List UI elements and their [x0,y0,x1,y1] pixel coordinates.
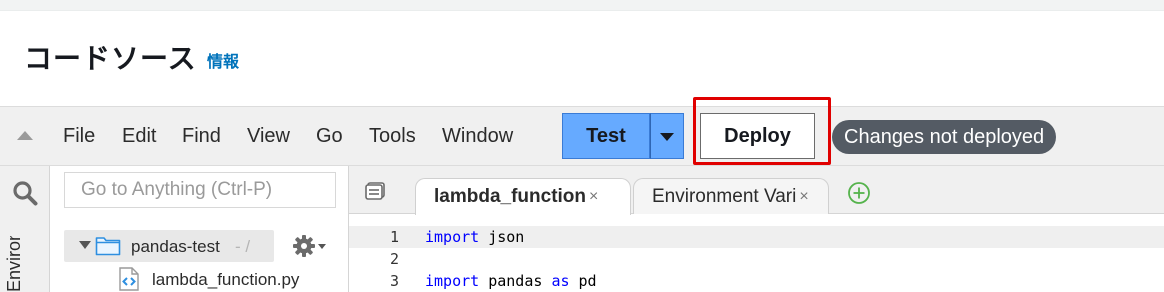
tree-folder-pandas-test[interactable]: pandas-test - / [64,230,274,262]
menu-find[interactable]: Find [182,125,221,148]
code-text: import json [425,228,525,246]
menu-window[interactable]: Window [442,125,513,148]
editor-tabbar: lambda_function × Environment Vari × [349,166,1164,215]
section-header: コードソース 情報 [0,11,1164,106]
expand-arrow-icon[interactable] [79,241,91,249]
code-line: 3 import pandas as pd [349,270,1164,292]
menu-file[interactable]: File [63,125,95,148]
tab-environment-variables[interactable]: Environment Vari × [633,178,829,214]
search-icon[interactable] [12,180,38,206]
left-rail: Environment [0,166,50,292]
info-link[interactable]: 情報 [207,48,239,72]
folder-path: - / [235,237,251,256]
collapse-icon[interactable] [17,131,33,140]
code-text: import pandas as pd [425,272,597,290]
tab-lambda-function[interactable]: lambda_function × [415,178,631,215]
status-badge: Changes not deployed [832,120,1057,154]
add-tab-icon[interactable] [847,181,871,205]
line-number: 1 [389,228,399,246]
page-title: コードソース [24,42,197,75]
python-file-icon [119,267,139,291]
close-tab-icon[interactable]: × [589,188,598,206]
menu-view[interactable]: View [247,125,290,148]
menu-tools[interactable]: Tools [369,125,416,148]
menu-go[interactable]: Go [316,125,343,148]
code-editor: lambda_function × Environment Vari × 1 i… [349,166,1164,292]
test-dropdown-button[interactable] [650,113,684,159]
gear-icon[interactable] [292,234,316,258]
code-line: 1 import json [349,226,1164,248]
folder-icon [95,237,121,256]
file-panel: pandas-test - / lambda_function.py [50,166,349,292]
go-to-anything-input[interactable] [64,172,336,208]
gear-caret-icon[interactable] [318,244,326,249]
close-tab-icon[interactable]: × [799,188,808,206]
code-area[interactable]: 1 import json 2 3 import pandas as pd [349,214,1164,292]
ide-menubar: File Edit Find View Go Tools Window Test… [0,97,1164,166]
folder-name: pandas-test [131,237,220,256]
environment-rail-label[interactable]: Environment [4,236,25,292]
line-number: 3 [389,272,399,290]
code-line: 2 [349,248,1164,270]
top-strip [0,0,1164,11]
tabs-menu-icon[interactable] [365,182,385,200]
deploy-button[interactable]: Deploy [700,113,815,159]
menu-edit[interactable]: Edit [122,125,156,148]
file-lambda-function[interactable]: lambda_function.py [152,270,299,290]
test-button[interactable]: Test [562,113,650,159]
line-number: 2 [389,250,399,268]
